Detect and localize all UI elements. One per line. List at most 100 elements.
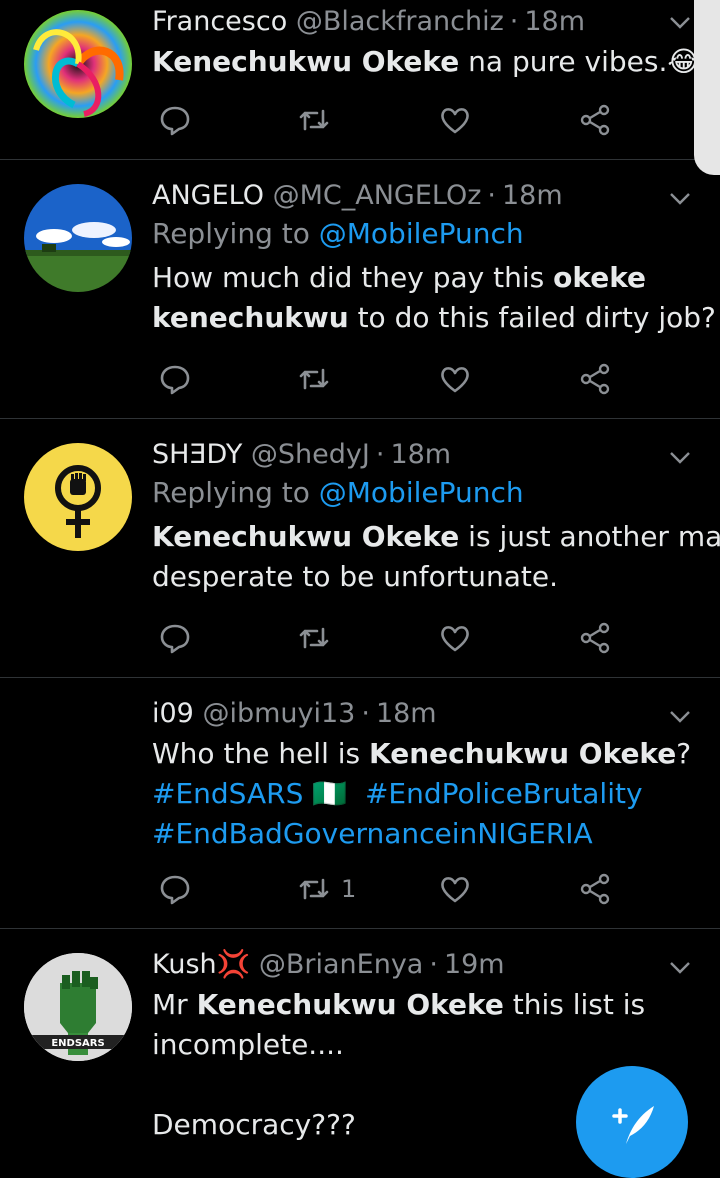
reply-button[interactable] xyxy=(158,869,192,909)
reply-button[interactable] xyxy=(158,359,192,399)
chevron-down-icon[interactable] xyxy=(668,955,692,979)
share-icon xyxy=(580,104,610,136)
reply-icon xyxy=(160,624,190,654)
tweet[interactable]: ANGELO @MC_ANGELOz · 18m Replying to @Mobi… xyxy=(0,160,720,419)
like-icon xyxy=(441,367,469,393)
keyword: okeke xyxy=(553,261,647,294)
avatar[interactable] xyxy=(24,443,132,551)
timestamp[interactable]: 18m xyxy=(524,6,585,37)
like-icon xyxy=(441,877,469,903)
tweet-actions xyxy=(152,618,622,658)
tweet-actions: 1 xyxy=(152,869,622,909)
text-segment: How much did they pay this xyxy=(152,261,554,294)
chevron-down-icon[interactable] xyxy=(668,10,692,34)
retweet-icon xyxy=(299,627,329,649)
text-segment: Who the hell is xyxy=(152,737,370,770)
timeline-feed: Francesco @Blackfranchiz · 18m Kenechukwu … xyxy=(0,0,720,1149)
text-segment: ? xyxy=(676,737,692,770)
text-segment: is just another man xyxy=(459,520,720,553)
like-button[interactable] xyxy=(438,869,472,909)
like-button[interactable] xyxy=(438,618,472,658)
share-icon xyxy=(580,873,610,905)
retweet-icon xyxy=(299,368,329,390)
avatar[interactable] xyxy=(24,184,132,292)
keyword: Kenechukwu Okeke xyxy=(152,520,460,553)
share-button[interactable] xyxy=(578,359,612,399)
share-button[interactable] xyxy=(578,100,612,140)
tweet-header: i09 @ibmuyi13 · 18m xyxy=(152,698,437,729)
timestamp[interactable]: 18m xyxy=(502,180,563,211)
tweet-text-line: desperate to be unfortunate. xyxy=(152,557,660,597)
mention-link[interactable]: @MobilePunch xyxy=(319,476,524,509)
chevron-down-icon[interactable] xyxy=(668,704,692,728)
display-name[interactable]: SHƎDY xyxy=(152,439,242,470)
display-name[interactable]: i09 xyxy=(152,698,194,729)
tweet-header: Francesco @Blackfranchiz · 18m xyxy=(152,6,586,37)
replying-to: Replying to @MobilePunch xyxy=(152,217,524,250)
text-segment: incomplete.... xyxy=(152,1028,344,1061)
display-name[interactable]: Kush💢 xyxy=(152,949,250,980)
handle[interactable]: @ShedyJ xyxy=(251,439,370,470)
tweet-text-line: #EndBadGovernanceinNIGERIA xyxy=(152,814,660,854)
avatar[interactable]: ENDSARS xyxy=(24,953,132,1061)
tweet-text: Kenechukwu Okeke na pure vibes.😂 xyxy=(152,42,700,82)
tweet-text-line: #EndSARS 🇳🇬 #EndPoliceBrutality xyxy=(152,774,660,814)
reply-icon xyxy=(160,106,190,136)
compose-tweet-button[interactable] xyxy=(576,1066,688,1178)
handle[interactable]: @MC_ANGELOz xyxy=(273,180,482,211)
like-icon xyxy=(441,626,469,652)
tweet-text-line: Kenechukwu Okeke is just another man xyxy=(152,517,720,557)
reply-icon xyxy=(160,875,190,905)
text-segment: Mr xyxy=(152,988,197,1021)
tweet-text: Kenechukwu Okeke is just another man desp… xyxy=(152,517,720,597)
reply-button[interactable] xyxy=(158,100,192,140)
handle[interactable]: @ibmuyi13 xyxy=(202,698,355,729)
hashtag-link[interactable]: #EndBadGovernanceinNIGERIA xyxy=(152,817,593,850)
timestamp[interactable]: 18m xyxy=(390,439,451,470)
tweet-text: How much did they pay this okeke kenechuk… xyxy=(152,258,716,338)
tweet-text-line: Mr Kenechukwu Okeke this list is xyxy=(152,985,660,1025)
tweet[interactable]: SHƎDY @ShedyJ · 18m Replying to @MobilePun… xyxy=(0,419,720,678)
retweet-button[interactable] xyxy=(297,359,341,399)
display-name[interactable]: ANGELO xyxy=(152,180,264,211)
chevron-down-icon[interactable] xyxy=(668,445,692,469)
like-button[interactable] xyxy=(438,359,472,399)
retweet-count: 1 xyxy=(341,875,357,903)
like-button[interactable] xyxy=(438,100,472,140)
retweet-icon xyxy=(299,878,329,900)
hashtag-link[interactable]: #EndSARS xyxy=(152,777,303,810)
tweet-text-line: Kenechukwu Okeke na pure vibes.😂 xyxy=(152,42,700,82)
reply-icon xyxy=(160,365,190,395)
avatar[interactable] xyxy=(24,10,132,118)
share-button[interactable] xyxy=(578,869,612,909)
keyword: Kenechukwu Okeke xyxy=(152,45,460,78)
share-button[interactable] xyxy=(578,618,612,658)
handle[interactable]: @Blackfranchiz xyxy=(296,6,504,37)
share-icon xyxy=(580,363,610,395)
text-segment xyxy=(152,1068,161,1101)
compose-tweet-icon xyxy=(612,1106,654,1144)
display-name[interactable]: Francesco xyxy=(152,6,287,37)
text-segment: na pure vibes.😂 xyxy=(459,45,701,78)
timestamp[interactable]: 19m xyxy=(444,949,505,980)
tweet-header: Kush💢 @BrianEnya · 19m xyxy=(152,949,505,980)
tweet-text-line: incomplete.... xyxy=(152,1025,660,1065)
retweet-button[interactable]: 1 xyxy=(297,869,356,909)
scrollbar-thumb[interactable] xyxy=(694,0,720,175)
tweet-actions xyxy=(152,100,622,140)
hashtag-link[interactable]: #EndPoliceBrutality xyxy=(365,777,643,810)
reply-button[interactable] xyxy=(158,618,192,658)
chevron-down-icon[interactable] xyxy=(668,186,692,210)
tweet-text-line: Who the hell is Kenechukwu Okeke? xyxy=(152,734,691,774)
tweet[interactable]: Francesco @Blackfranchiz · 18m Kenechukwu … xyxy=(0,0,720,160)
retweet-button[interactable] xyxy=(297,618,341,658)
text-segment: to do this failed dirty job? xyxy=(348,301,716,334)
tweet[interactable]: i09 @ibmuyi13 · 18m Who the hell is Kenech… xyxy=(0,678,720,929)
handle[interactable]: @BrianEnya xyxy=(259,949,423,980)
mention-link[interactable]: @MobilePunch xyxy=(319,217,524,250)
tweet-text-line: How much did they pay this okeke xyxy=(152,258,660,298)
timestamp[interactable]: 18m xyxy=(376,698,437,729)
tweet-header: ANGELO @MC_ANGELOz · 18m xyxy=(152,180,563,211)
tweet-header: SHƎDY @ShedyJ · 18m xyxy=(152,439,452,470)
retweet-button[interactable] xyxy=(297,100,341,140)
